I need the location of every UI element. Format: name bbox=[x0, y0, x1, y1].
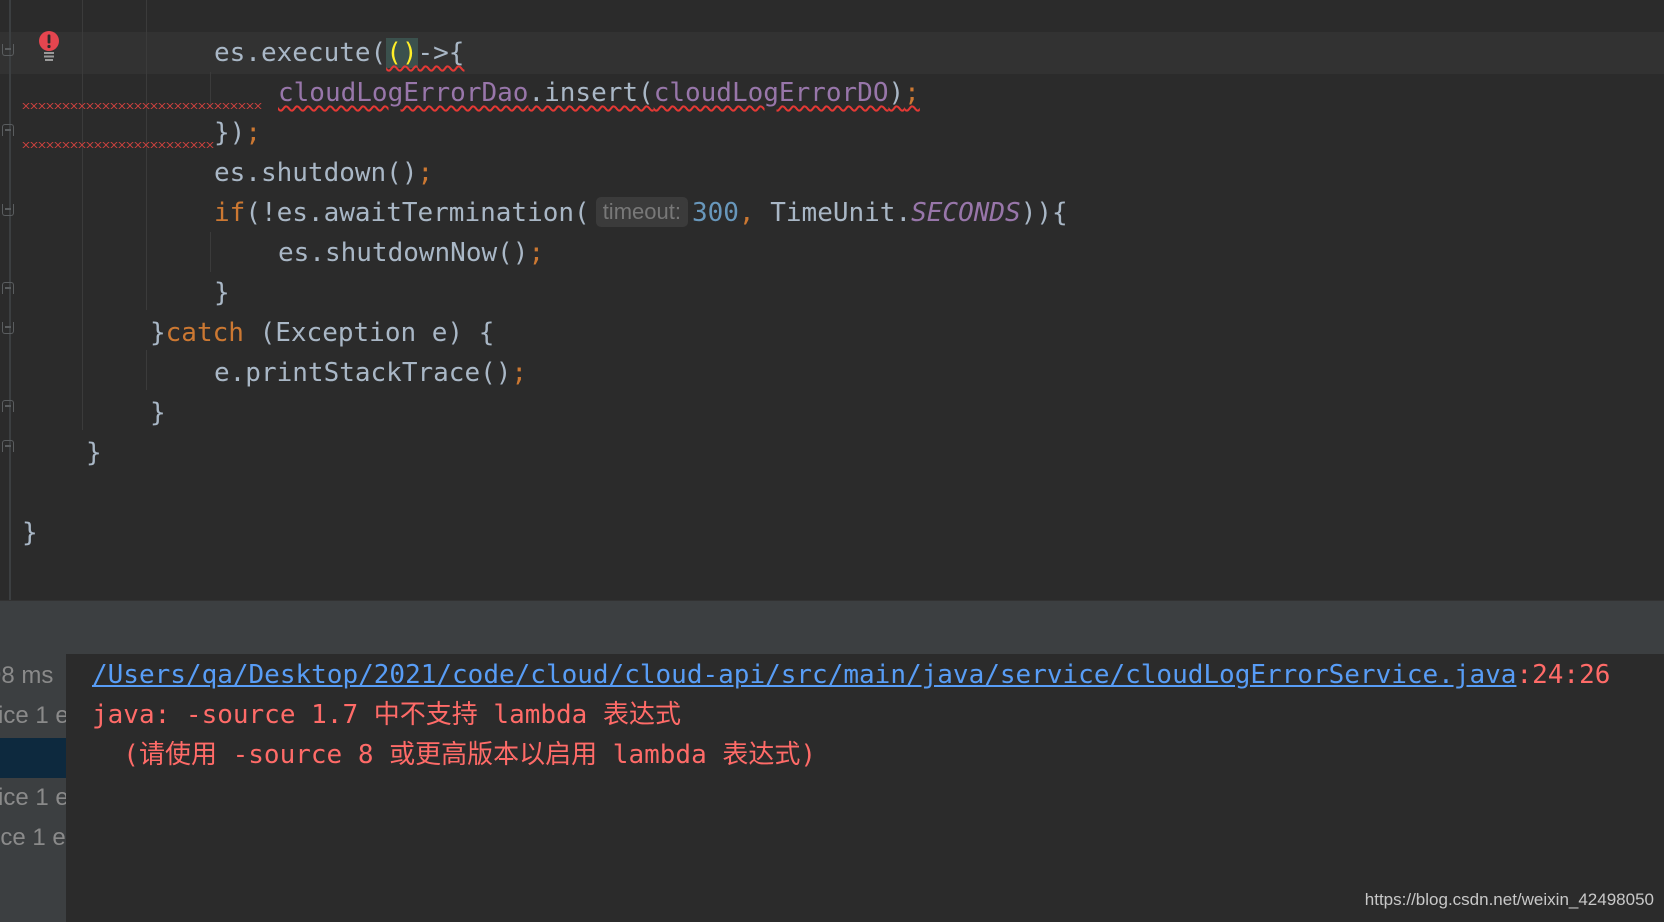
code-line[interactable]: e.printStackTrace(); bbox=[214, 352, 527, 394]
code-line[interactable]: es.shutdown(); bbox=[214, 152, 433, 194]
error-underline bbox=[22, 103, 262, 109]
build-tree[interactable]: 98 ms rvice 1 e rvice 1 e vice 1 er bbox=[0, 654, 66, 922]
tree-item[interactable]: rvice 1 e bbox=[0, 696, 66, 736]
code-line[interactable]: es.execute(()->{ bbox=[214, 32, 464, 74]
error-location-line: /Users/qa/Desktop/2021/code/cloud/cloud-… bbox=[92, 660, 1611, 690]
fold-marker-icon[interactable] bbox=[2, 44, 14, 56]
error-hint: (请使用 -source 8 或更高版本以启用 lambda 表达式) bbox=[92, 740, 817, 770]
indent-guide bbox=[210, 232, 211, 272]
tree-item-selected[interactable] bbox=[0, 738, 66, 778]
code-editor[interactable]: es.execute(()->{ cloudLogErrorDao.insert… bbox=[0, 0, 1664, 600]
code-line[interactable]: es.shutdownNow(); bbox=[278, 232, 544, 274]
fold-marker-icon[interactable] bbox=[2, 322, 14, 334]
code-line[interactable]: cloudLogErrorDao.insert(cloudLogErrorDO)… bbox=[278, 72, 920, 114]
indent-guide bbox=[82, 0, 83, 430]
indent-guide bbox=[146, 0, 147, 310]
gutter-divider bbox=[9, 0, 11, 600]
code-line[interactable]: }); bbox=[214, 112, 261, 154]
error-bulb-icon[interactable] bbox=[38, 30, 60, 62]
file-path-link[interactable]: /Users/qa/Desktop/2021/code/cloud/cloud-… bbox=[92, 660, 1516, 690]
build-output-panel: 98 ms rvice 1 e rvice 1 e vice 1 er /Use… bbox=[0, 654, 1664, 922]
code-line[interactable]: }catch (Exception e) { bbox=[150, 312, 494, 354]
watermark: https://blog.csdn.net/weixin_42498050 bbox=[1364, 890, 1654, 909]
code-line[interactable]: } bbox=[22, 512, 38, 554]
indent-guide bbox=[146, 350, 147, 390]
code-line[interactable]: } bbox=[150, 392, 166, 434]
error-message: java: -source 1.7 中不支持 lambda 表达式 bbox=[92, 700, 681, 730]
fold-marker-icon[interactable] bbox=[2, 400, 14, 412]
tree-item[interactable]: 98 ms bbox=[0, 656, 66, 696]
code-line[interactable]: if(!es.awaitTermination(timeout: 300, Tim… bbox=[214, 192, 1068, 234]
error-underline bbox=[22, 142, 214, 148]
tree-item[interactable]: vice 1 er bbox=[0, 818, 66, 858]
fold-marker-icon[interactable] bbox=[2, 282, 14, 294]
fold-marker-icon[interactable] bbox=[2, 124, 14, 136]
code-line[interactable]: } bbox=[86, 432, 102, 474]
fold-marker-icon[interactable] bbox=[2, 440, 14, 452]
paren-highlight: () bbox=[386, 38, 418, 68]
parameter-hint: timeout: bbox=[595, 197, 688, 227]
code-line[interactable]: } bbox=[214, 272, 230, 314]
tree-item[interactable]: rvice 1 e bbox=[0, 778, 66, 818]
tool-window-divider[interactable] bbox=[0, 600, 1664, 655]
fold-marker-icon[interactable] bbox=[2, 204, 14, 216]
